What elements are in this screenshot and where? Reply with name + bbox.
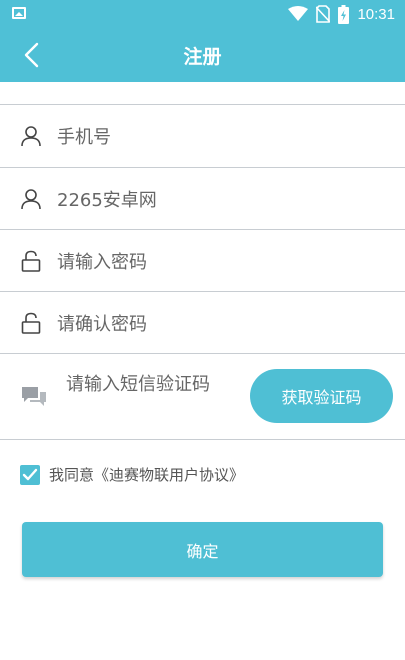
status-icons: 10:31 (288, 4, 395, 24)
divider (0, 439, 405, 440)
confirm-password-placeholder: 请确认密码 (57, 314, 147, 335)
phone-field[interactable]: 手机号 (0, 106, 405, 166)
password-field[interactable]: 请输入密码 (0, 231, 405, 291)
chat-bubbles-icon (22, 387, 46, 406)
username-value: 2265安卓网 (57, 190, 157, 211)
agreement-row: 我同意《迪赛物联用户协议》 (20, 464, 244, 485)
page-title: 注册 (183, 46, 222, 68)
user-icon (21, 189, 41, 210)
status-bar: 10:31 (0, 0, 405, 28)
lock-icon (21, 312, 41, 334)
wifi-icon (288, 6, 309, 21)
status-time: 10:31 (357, 5, 395, 23)
confirm-password-field[interactable]: 请确认密码 (0, 293, 405, 353)
agreement-checkbox[interactable] (20, 464, 40, 485)
phone-placeholder: 手机号 (57, 127, 111, 148)
user-icon (21, 126, 41, 147)
battery-charging-icon (338, 4, 350, 24)
sms-code-input[interactable]: 请输入短信验证码 (66, 373, 226, 397)
password-placeholder: 请输入密码 (57, 252, 147, 273)
username-field[interactable]: 2265安卓网 (0, 169, 405, 229)
agreement-text[interactable]: 我同意《迪赛物联用户协议》 (49, 464, 244, 485)
divider (0, 353, 405, 354)
lock-icon (21, 250, 41, 272)
checkmark-icon (22, 468, 38, 480)
divider (0, 167, 405, 168)
divider (0, 104, 405, 105)
confirm-button[interactable]: 确定 (22, 522, 383, 577)
divider (0, 291, 405, 292)
get-code-button[interactable]: 获取验证码 (250, 369, 393, 423)
app-header: 注册 (0, 28, 405, 82)
divider (0, 229, 405, 230)
no-sim-icon (316, 5, 331, 23)
image-notification-icon (12, 7, 26, 19)
